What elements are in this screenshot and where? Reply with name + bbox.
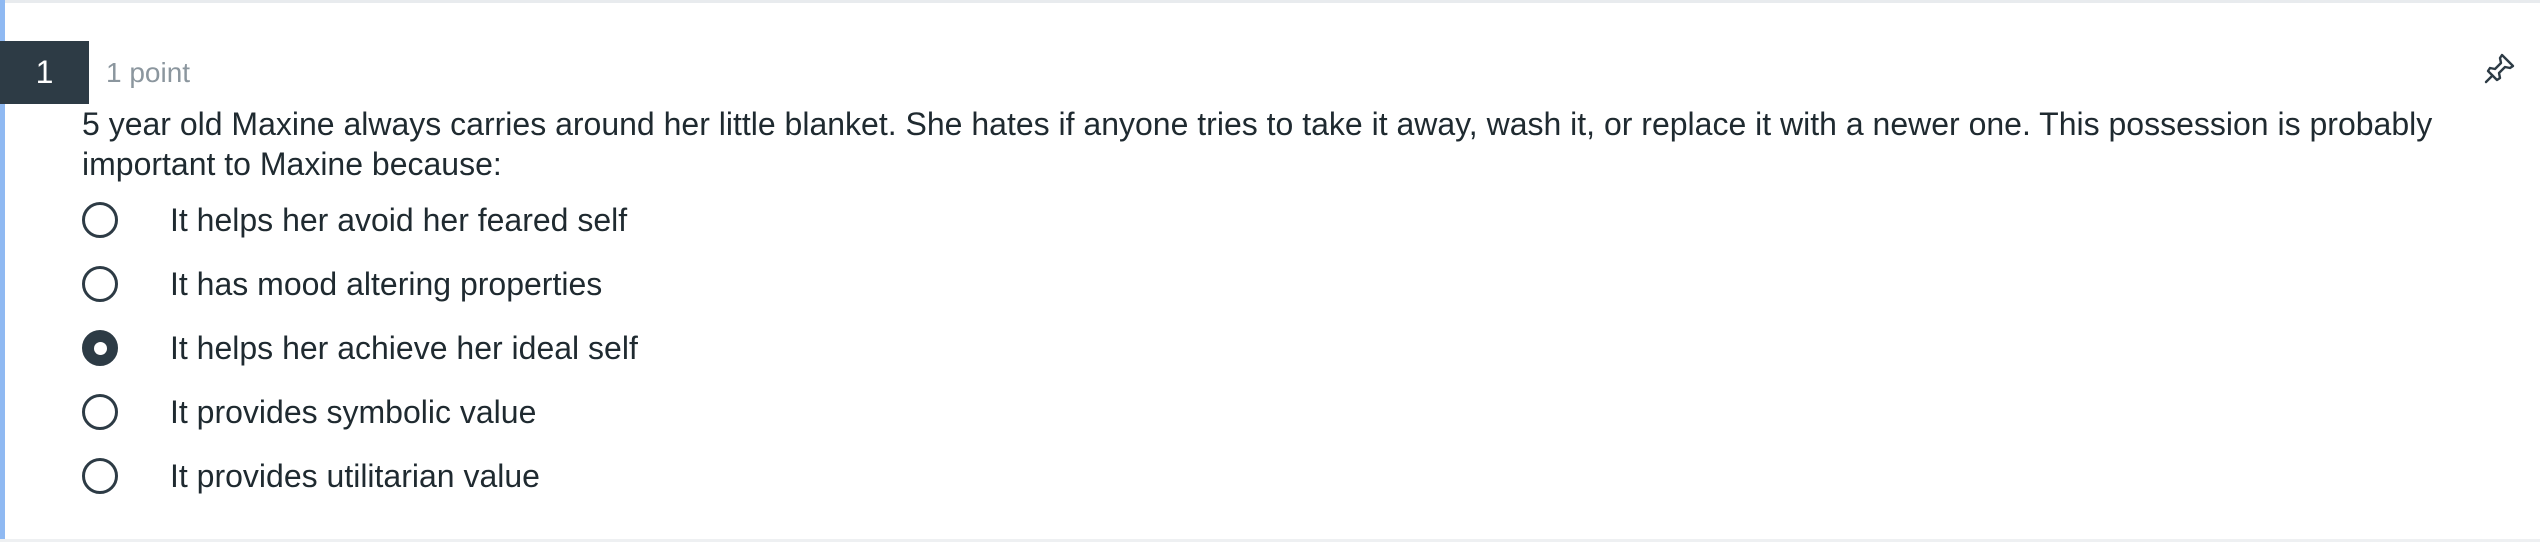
- answer-option-2[interactable]: It has mood altering properties: [82, 252, 638, 316]
- radio-button-selected[interactable]: [82, 330, 118, 366]
- question-text: 5 year old Maxine always carries around …: [82, 106, 2433, 182]
- answer-option-1[interactable]: It helps her avoid her feared self: [82, 188, 638, 252]
- answer-option-4[interactable]: It provides symbolic value: [82, 380, 638, 444]
- answer-label: It helps her achieve her ideal self: [170, 329, 638, 366]
- pin-icon: [2484, 53, 2515, 84]
- answer-option-5[interactable]: It provides utilitarian value: [82, 444, 638, 508]
- answer-list: It helps her avoid her feared self It ha…: [82, 188, 638, 508]
- radio-button[interactable]: [82, 266, 118, 302]
- pin-question-button[interactable]: [2478, 46, 2522, 90]
- radio-selected-dot: [93, 341, 107, 355]
- answer-label: It helps her avoid her feared self: [170, 201, 628, 238]
- answer-option-3[interactable]: It helps her achieve her ideal self: [82, 316, 638, 380]
- radio-button[interactable]: [82, 458, 118, 494]
- answer-label: It provides symbolic value: [170, 393, 537, 430]
- question-number-badge: 1: [0, 41, 89, 104]
- top-divider: [0, 0, 2540, 3]
- answer-label: It provides utilitarian value: [170, 457, 540, 494]
- question-points: 1 point: [106, 57, 191, 88]
- radio-button[interactable]: [82, 394, 118, 430]
- quiz-question: 1 1 point 5 year old Maxine always carri…: [0, 0, 2540, 542]
- radio-button[interactable]: [82, 202, 118, 238]
- answer-label: It has mood altering properties: [170, 265, 603, 302]
- question-number: 1: [35, 54, 54, 90]
